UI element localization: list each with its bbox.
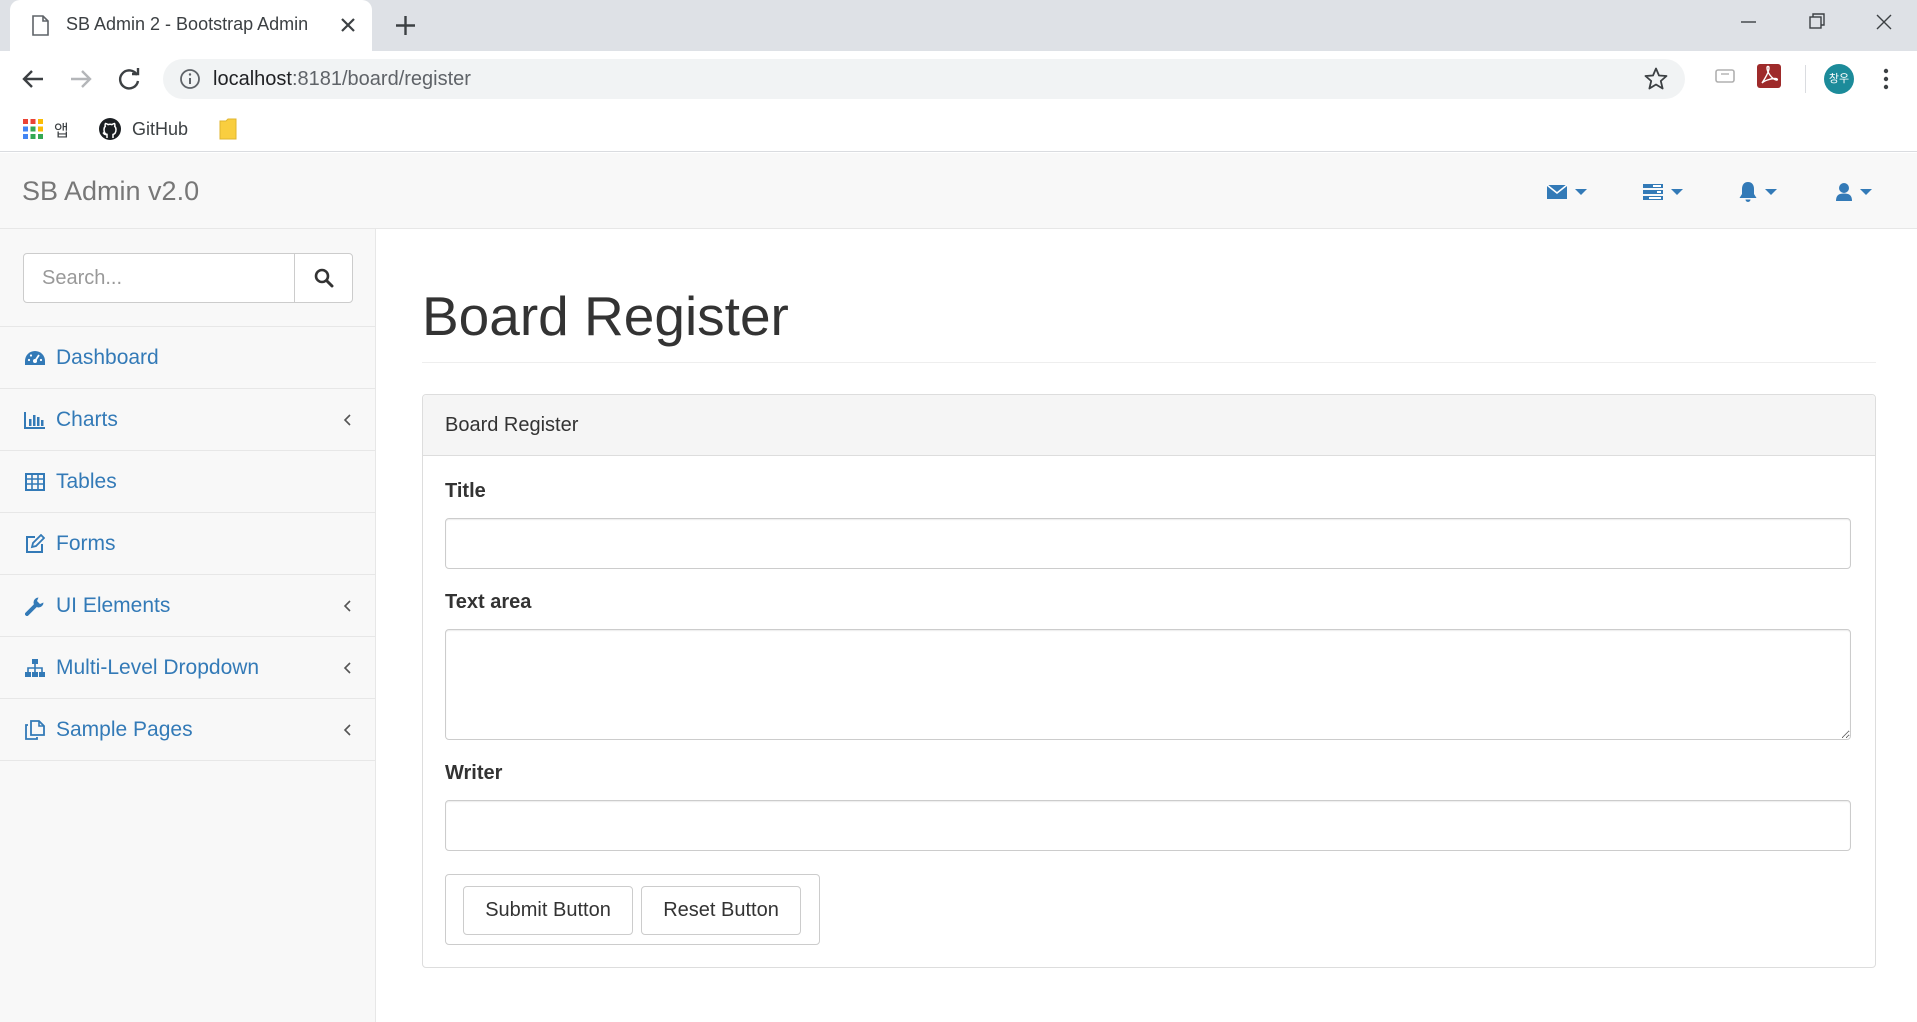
- browser-toolbar: localhost:8181/board/register 창우: [0, 51, 1917, 107]
- chevron-left-icon: [343, 662, 351, 674]
- sidebar-search: [23, 253, 353, 303]
- sidebar-item-ui-elements[interactable]: UI Elements: [0, 575, 375, 637]
- bookmark-star-icon[interactable]: [1643, 66, 1669, 92]
- new-tab-icon[interactable]: [392, 12, 419, 39]
- user-dropdown[interactable]: [1835, 179, 1872, 205]
- sidebar-item-label: Sample Pages: [56, 717, 193, 741]
- bookmark-github-label: GitHub: [132, 118, 189, 139]
- panel-heading: Board Register: [423, 395, 1875, 456]
- sidebar-item-label: UI Elements: [56, 593, 171, 617]
- menu-kebab-icon[interactable]: [1880, 64, 1892, 94]
- browser-tab[interactable]: SB Admin 2 - Bootstrap Admin: [10, 0, 372, 51]
- sidebar-menu: Dashboard Charts Tables Forms UI Element…: [0, 326, 375, 761]
- register-panel: Board Register Title Text area Writer Su…: [422, 394, 1876, 968]
- chevron-down-icon: [1671, 189, 1683, 195]
- address-bar[interactable]: localhost:8181/board/register: [163, 59, 1685, 99]
- sidebar-item-dashboard[interactable]: Dashboard: [0, 327, 375, 389]
- envelope-icon: [1546, 184, 1568, 199]
- tab-close-icon[interactable]: [336, 13, 360, 37]
- browser-tabstrip: SB Admin 2 - Bootstrap Admin: [0, 0, 1917, 51]
- bookmark-folder[interactable]: [219, 107, 247, 151]
- back-icon[interactable]: [17, 63, 49, 95]
- dashboard-icon: [24, 347, 46, 369]
- chevron-down-icon: [1575, 189, 1587, 195]
- bookmark-apps-label: 앱: [54, 121, 69, 140]
- files-icon: [24, 719, 46, 741]
- alerts-dropdown[interactable]: [1738, 179, 1777, 205]
- title-label: Title: [445, 480, 486, 502]
- title-input[interactable]: [445, 518, 1851, 569]
- page-wrapper: Board Register Board Register Title Text…: [376, 229, 1917, 1022]
- reload-icon[interactable]: [113, 63, 145, 95]
- tasks-icon: [1643, 184, 1663, 200]
- writer-label: Writer: [445, 762, 503, 784]
- sidebar-item-charts[interactable]: Charts: [0, 389, 375, 451]
- brand-title[interactable]: SB Admin v2.0: [22, 176, 199, 207]
- title-divider: [422, 362, 1876, 363]
- textarea-label: Text area: [445, 591, 532, 613]
- bell-icon: [1739, 182, 1757, 202]
- wrench-icon: [24, 595, 46, 617]
- pdf-extension-icon[interactable]: [1756, 63, 1782, 89]
- window-close-icon[interactable]: [1850, 0, 1917, 44]
- chevron-down-icon: [1765, 189, 1777, 195]
- chevron-left-icon: [343, 600, 351, 612]
- chevron-down-icon: [1860, 189, 1872, 195]
- toolbar-separator: [1805, 65, 1806, 93]
- sidebar-item-label: Charts: [56, 407, 118, 431]
- sitemap-icon: [24, 657, 46, 679]
- apps-grid-icon: [23, 119, 43, 139]
- search-icon: [314, 268, 333, 288]
- minimize-icon[interactable]: [1714, 0, 1782, 44]
- table-icon: [24, 471, 46, 493]
- info-icon[interactable]: [179, 68, 201, 90]
- github-icon: [99, 118, 121, 140]
- url-text[interactable]: localhost:8181/board/register: [213, 68, 471, 91]
- tab-title: SB Admin 2 - Bootstrap Admin: [66, 14, 309, 34]
- restore-icon[interactable]: [1782, 0, 1850, 44]
- extension-icon[interactable]: [1712, 63, 1738, 89]
- bar-chart-icon: [24, 409, 46, 431]
- messages-dropdown[interactable]: [1546, 179, 1587, 205]
- sidebar-item-label: Multi-Level Dropdown: [56, 655, 260, 679]
- writer-input[interactable]: [445, 800, 1851, 851]
- edit-icon: [24, 533, 46, 555]
- button-group: Submit Button Reset Button: [445, 874, 820, 945]
- sidebar-item-sample-pages[interactable]: Sample Pages: [0, 699, 375, 761]
- submit-button[interactable]: Submit Button: [463, 886, 633, 935]
- bookmark-github[interactable]: GitHub: [98, 107, 188, 151]
- folder-icon: [219, 118, 237, 140]
- sidebar-item-label: Forms: [56, 531, 116, 555]
- sidebar-item-tables[interactable]: Tables: [0, 451, 375, 513]
- page-title: Board Register: [422, 285, 789, 347]
- chevron-left-icon: [343, 414, 351, 426]
- chevron-left-icon: [343, 724, 351, 736]
- profile-avatar[interactable]: 창우: [1824, 64, 1854, 94]
- page-icon: [32, 15, 49, 36]
- content-textarea[interactable]: [445, 629, 1851, 740]
- reset-button[interactable]: Reset Button: [641, 886, 801, 935]
- bookmarks-bar: 앱 GitHub: [0, 107, 1917, 152]
- app-navbar: SB Admin v2.0: [0, 153, 1917, 229]
- user-icon: [1836, 183, 1852, 201]
- sidebar-item-label: Tables: [56, 469, 117, 493]
- search-input[interactable]: [23, 253, 295, 303]
- search-button[interactable]: [294, 253, 353, 303]
- forward-icon[interactable]: [65, 63, 97, 95]
- sidebar-item-forms[interactable]: Forms: [0, 513, 375, 575]
- sidebar-item-label: Dashboard: [56, 345, 159, 369]
- sidebar: Dashboard Charts Tables Forms UI Elem: [0, 229, 376, 1022]
- tasks-dropdown[interactable]: [1642, 179, 1683, 205]
- sidebar-item-multi-level-dropdown[interactable]: Multi-Level Dropdown: [0, 637, 375, 699]
- bookmark-apps[interactable]: 앱: [22, 107, 69, 151]
